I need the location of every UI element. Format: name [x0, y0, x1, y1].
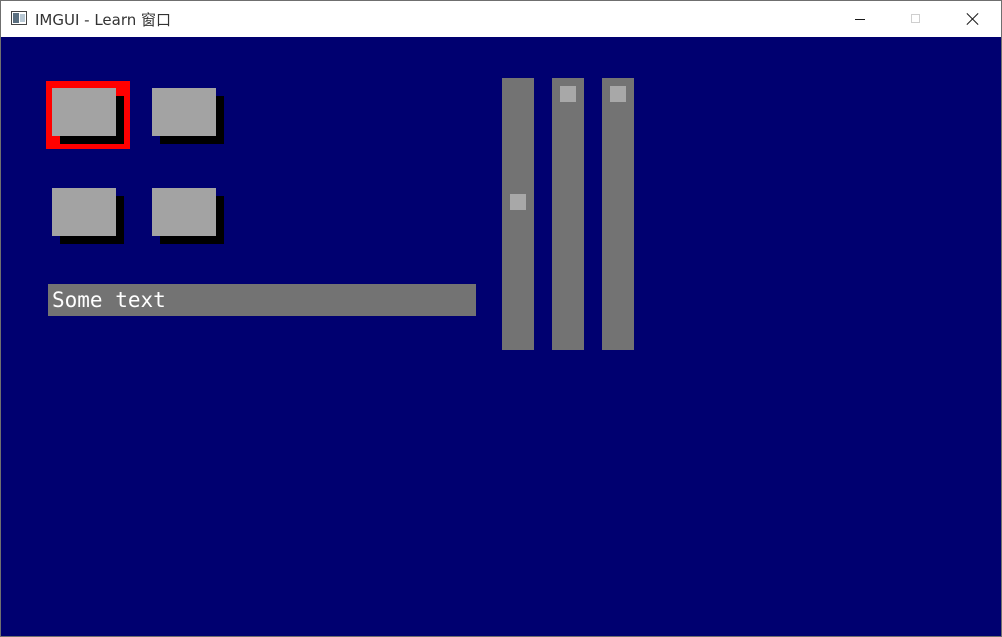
- close-icon: [966, 12, 980, 26]
- minimize-button[interactable]: [831, 1, 889, 37]
- title-bar[interactable]: IMGUI - Learn 窗口: [1, 1, 1001, 38]
- vertical-slider-2[interactable]: [552, 78, 584, 350]
- maximize-button[interactable]: [887, 1, 945, 37]
- slider-thumb-3[interactable]: [610, 86, 626, 102]
- minimize-icon: [855, 19, 865, 20]
- app-window: IMGUI - Learn 窗口 Some text: [0, 0, 1002, 637]
- imgui-button-4[interactable]: [152, 188, 216, 236]
- vertical-slider-1[interactable]: [502, 78, 534, 350]
- imgui-button-2[interactable]: [152, 88, 216, 136]
- text-field[interactable]: Some text: [48, 284, 476, 316]
- imgui-button-1[interactable]: [52, 88, 116, 136]
- window-title: IMGUI - Learn 窗口: [35, 11, 172, 29]
- vertical-slider-3[interactable]: [602, 78, 634, 350]
- maximize-icon: [911, 14, 920, 23]
- client-area: Some text: [1, 38, 1001, 636]
- close-button[interactable]: [943, 1, 1001, 37]
- app-window-icon: [11, 11, 27, 25]
- slider-thumb-1[interactable]: [510, 194, 526, 210]
- imgui-button-3[interactable]: [52, 188, 116, 236]
- slider-thumb-2[interactable]: [560, 86, 576, 102]
